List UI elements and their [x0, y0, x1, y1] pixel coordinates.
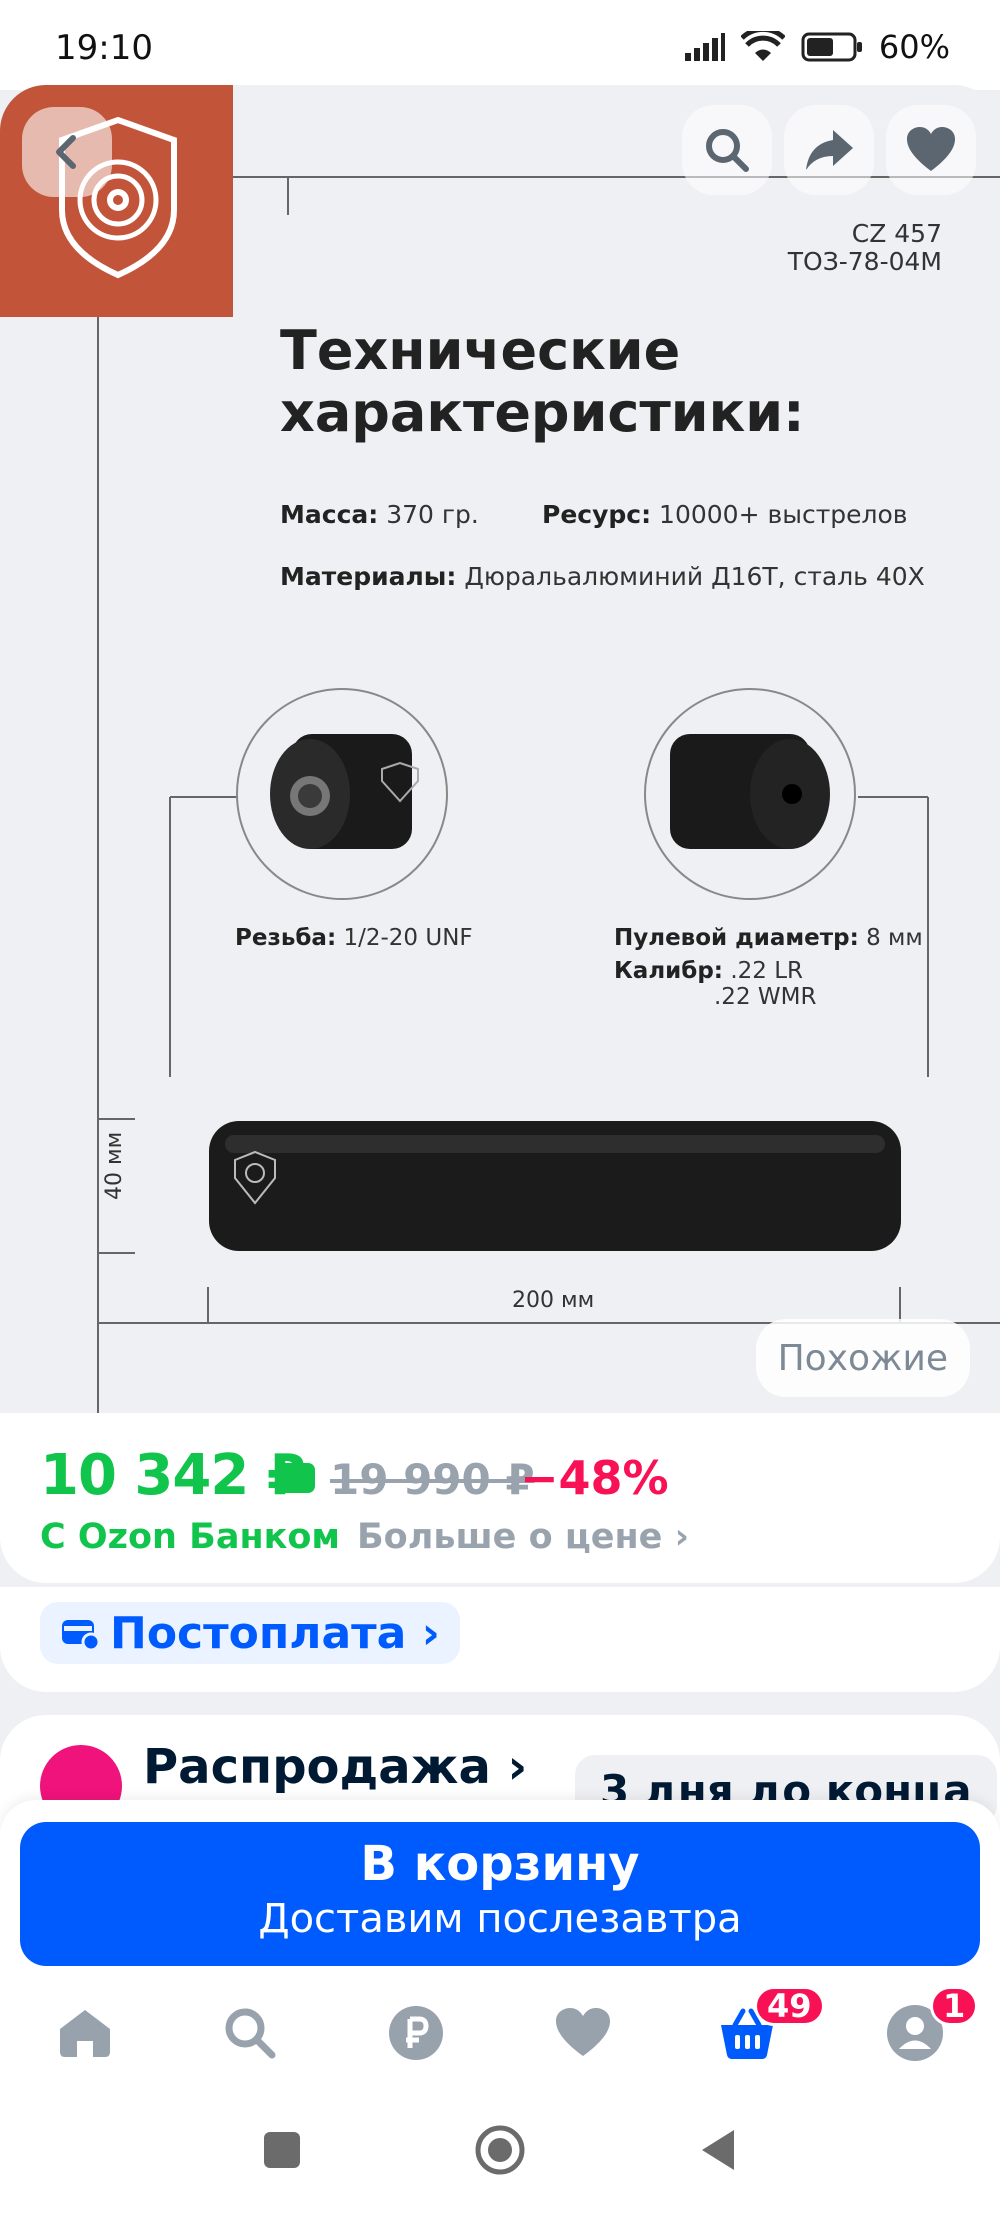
spec-thread-value: 1/2-20 UNF: [336, 925, 473, 951]
muzzle-end-image: [670, 734, 830, 849]
nav-favorites[interactable]: [548, 1998, 618, 2068]
spec-caliber-label: Калибр:: [614, 958, 724, 984]
home-icon: [60, 2010, 110, 2057]
cart-count-badge: 49: [754, 1986, 825, 2026]
model-line: ТОЗ-78-04М: [787, 247, 942, 276]
wallet-icon: [62, 1620, 100, 1650]
ozon-bank-label: С Ozon Банком: [40, 1517, 341, 1557]
sale-title[interactable]: Распродажа ›: [143, 1739, 527, 1795]
price-current: 10 342 ₽: [40, 1443, 306, 1508]
status-icons: 60%: [684, 28, 950, 66]
wifi-icon: [740, 31, 785, 61]
spec-resource: Ресурс: 10000+ выстрелов: [542, 500, 908, 529]
spec-materials: Материалы: Дюральалюминий Д16Т, сталь 40…: [280, 562, 925, 591]
favorite-button[interactable]: [886, 105, 976, 195]
add-to-cart-button[interactable]: В корзину Доставим послезавтра: [20, 1822, 980, 1966]
price-old: 19 990 ₽: [330, 1455, 535, 1504]
spec-caliber-second: .22 WMR: [714, 984, 817, 1010]
spec-caliber: Калибр: .22 LR: [614, 958, 803, 984]
status-bar: 19:10 60%: [0, 0, 1000, 90]
spec-title-line: Технические: [280, 319, 681, 382]
spec-mass: Масса: 370 гр.: [280, 500, 479, 529]
spec-mass-label: Масса:: [280, 500, 379, 529]
price-discount: −48%: [520, 1451, 669, 1505]
delivery-sublabel: Доставим послезавтра: [258, 1896, 742, 1942]
spec-bullet: Пулевой диаметр: 8 мм: [614, 925, 923, 951]
postpay-label: Постоплата ›: [110, 1607, 440, 1659]
spec-resource-label: Ресурс:: [542, 500, 652, 529]
spec-title-line: характеристики:: [280, 381, 805, 444]
heart-icon: [907, 127, 955, 171]
spec-thread-label: Резьба:: [235, 925, 337, 951]
profile-notification-badge: 1: [930, 1986, 979, 2026]
product-image-card[interactable]: CZ 457 ТОЗ-78-04М Технические характерис…: [0, 85, 1000, 1413]
spec-bullet-label: Пулевой диаметр:: [614, 925, 859, 951]
signal-icon: [684, 33, 725, 61]
add-to-cart-label: В корзину: [360, 1836, 640, 1892]
nav-search[interactable]: [215, 1998, 285, 2068]
recent-apps-icon[interactable]: [262, 2130, 302, 2170]
silencer-image: [209, 1121, 901, 1251]
muzzle-end-photo: [644, 688, 856, 900]
back-button[interactable]: [22, 107, 112, 197]
price-block: 10 342 ₽ 19 990 ₽ −48% С Ozon Банком Бол…: [0, 1413, 1000, 1583]
spec-materials-label: Материалы:: [280, 562, 457, 591]
search-icon: [225, 2008, 276, 2059]
search-button[interactable]: [682, 105, 772, 195]
nav-finance[interactable]: [381, 1998, 451, 2068]
card-icon: [275, 1463, 315, 1493]
ruble-icon: [389, 2006, 443, 2060]
dimension-height: 40 мм: [102, 1131, 127, 1200]
bottom-nav: 49 1: [0, 1978, 1000, 2090]
spec-mass-value: 370 гр.: [378, 500, 479, 529]
heart-icon: [556, 2008, 610, 2056]
more-about-price-link[interactable]: Больше о цене ›: [357, 1517, 689, 1557]
battery-percent: 60%: [878, 28, 950, 66]
share-button[interactable]: [784, 105, 874, 195]
chevron-left-icon: [56, 135, 76, 169]
model-line: CZ 457: [851, 219, 942, 248]
home-circle-icon[interactable]: [473, 2123, 527, 2177]
spec-resource-value: 10000+ выстрелов: [651, 500, 908, 529]
thread-end-image: [270, 734, 419, 849]
thread-end-photo: [236, 688, 448, 900]
spec-title: Технические характеристики:: [280, 320, 805, 444]
nav-home[interactable]: [50, 1998, 120, 2068]
spec-bullet-value: 8 мм: [858, 925, 923, 951]
postpay-button[interactable]: Постоплата ›: [40, 1602, 460, 1664]
search-icon: [706, 129, 749, 172]
spec-thread: Резьба: 1/2-20 UNF: [235, 925, 473, 951]
postpay-block: Постоплата ›: [0, 1587, 1000, 1692]
dimension-length: 200 мм: [512, 1288, 595, 1313]
cart-panel: В корзину Доставим послезавтра: [0, 1800, 1000, 1978]
back-triangle-icon[interactable]: [698, 2128, 738, 2172]
model-list: CZ 457 ТОЗ-78-04М: [788, 220, 942, 276]
status-time: 19:10: [55, 28, 153, 68]
spec-materials-value: Дюральалюминий Д16Т, сталь 40Х: [456, 562, 925, 591]
share-icon: [806, 130, 853, 170]
spec-caliber-value: .22 LR: [723, 958, 804, 984]
battery-icon: [801, 32, 862, 62]
android-navigation-bar: [0, 2090, 1000, 2222]
similar-button[interactable]: Похожие: [755, 1319, 970, 1397]
